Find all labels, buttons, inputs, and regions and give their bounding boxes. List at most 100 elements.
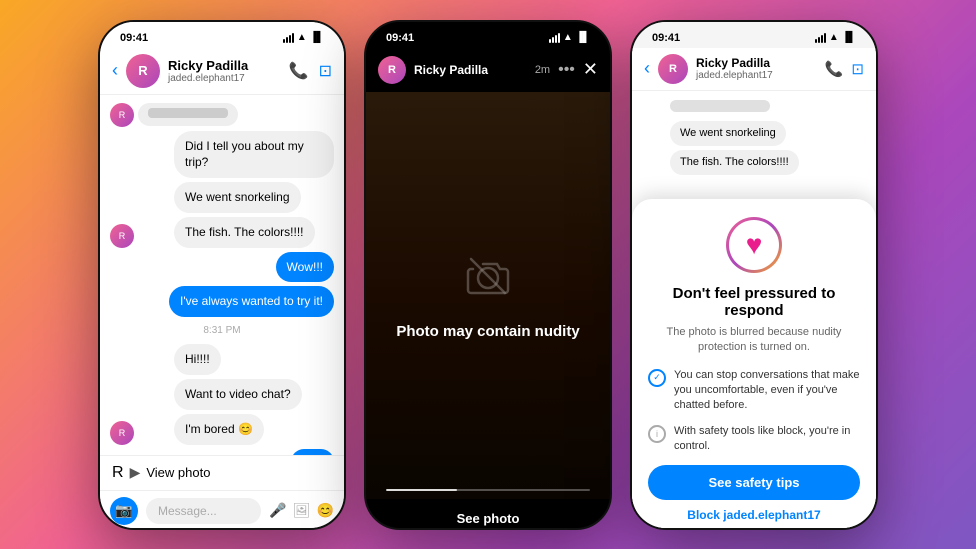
safety-sub: The photo is blurred because nudity prot… xyxy=(648,325,860,356)
status-time-2: 09:41 xyxy=(386,32,414,44)
p3-call-icon[interactable]: 📞 xyxy=(825,60,844,78)
heart-symbol: ♥ xyxy=(746,229,763,261)
p3-contact-name: Ricky Padilla xyxy=(696,56,817,70)
phone3-content: ‹ R Ricky Padilla jaded.elephant17 📞 ⊡ W… xyxy=(632,48,876,530)
status-bar-3: 09:41 ▲ ▐▌ xyxy=(632,22,876,48)
block-link[interactable]: Block jaded.elephant17 xyxy=(648,508,860,522)
safety-text-1: You can stop conversations that make you… xyxy=(674,368,860,414)
call-icon-1[interactable]: 📞 xyxy=(289,61,309,81)
nudity-warning: Photo may contain nudity xyxy=(396,323,579,340)
msg-try: I've always wanted to try it! xyxy=(169,286,334,317)
status-icons-3: ▲ ▐▌ xyxy=(815,32,856,43)
tap-to-view-row: R xyxy=(110,103,334,127)
photo-avatar: R xyxy=(378,56,406,84)
msg-row-bored: R I'm bored 😊 xyxy=(110,414,334,445)
progress-fill xyxy=(386,489,457,491)
see-photo-button[interactable]: See photo xyxy=(366,499,610,530)
signal-icon-2 xyxy=(549,33,560,43)
sender-avatar-small-2: R xyxy=(110,224,134,248)
play-icon: ▶ xyxy=(130,464,141,481)
p3-avatar: R xyxy=(658,54,688,84)
back-button-3[interactable]: ‹ xyxy=(644,58,650,79)
photo-header: R Ricky Padilla 2m ••• ✕ xyxy=(366,48,610,92)
msg-hi: Hi!!!! xyxy=(174,344,221,375)
more-options-icon[interactable]: ••• xyxy=(558,61,575,79)
image-icon[interactable]: 🖼 xyxy=(293,502,311,519)
msg-row-trip: Did I tell you about my trip? xyxy=(110,131,334,179)
p3-contact-handle: jaded.elephant17 xyxy=(696,70,817,81)
p3-chat-bg: We went snorkeling The fish. The colors!… xyxy=(632,91,876,530)
signal-icon-1 xyxy=(283,33,294,43)
wifi-icon-1: ▲ xyxy=(297,32,307,43)
contact-handle-1: jaded.elephant17 xyxy=(168,73,281,84)
p3-msg-fish: The fish. The colors!!!! xyxy=(670,150,799,175)
view-photo-label[interactable]: View photo xyxy=(146,465,210,480)
safety-overlay-sheet: ♥ Don't feel pressured to respond The ph… xyxy=(632,199,876,530)
photo-time-ago: 2m xyxy=(535,64,550,76)
msg-ok: Ok xyxy=(291,449,334,455)
msg-wow: Wow!!! xyxy=(276,252,334,283)
mic-icon[interactable]: 🎤 xyxy=(269,502,286,519)
tap-to-view-msg[interactable] xyxy=(138,103,238,126)
msg-row-fish: R The fish. The colors!!!! xyxy=(110,217,334,248)
sent-ok: Ok xyxy=(291,449,334,455)
p3-msg-snorkeling: We went snorkeling xyxy=(670,121,786,146)
battery-icon-2: ▐▌ xyxy=(576,32,590,43)
battery-icon-3: ▐▌ xyxy=(842,32,856,43)
sender-avatar-small-1: R xyxy=(110,103,134,127)
blurred-photo-area: Photo may contain nudity xyxy=(366,92,610,499)
p3-chat-header: ‹ R Ricky Padilla jaded.elephant17 📞 ⊡ xyxy=(632,48,876,91)
no-photo-icon xyxy=(463,251,513,311)
close-icon[interactable]: ✕ xyxy=(583,59,598,80)
progress-track xyxy=(386,489,590,491)
chat-input-bar: 📷 Message... 🎤 🖼 😊 xyxy=(100,490,344,530)
photo-contact-name: Ricky Padilla xyxy=(414,63,527,77)
sent-wow: Wow!!! xyxy=(276,252,334,283)
see-safety-button[interactable]: See safety tips xyxy=(648,465,860,500)
msg-trip: Did I tell you about my trip? xyxy=(174,131,334,179)
heart-icon-large: ♥ xyxy=(726,217,782,273)
phone-2: 09:41 ▲ ▐▌ R Ricky Padilla 2m ••• ✕ xyxy=(364,20,612,530)
view-photo-row[interactable]: R ▶ View photo xyxy=(100,455,344,490)
status-time-3: 09:41 xyxy=(652,32,680,44)
signal-icon-3 xyxy=(815,33,826,43)
back-button-1[interactable]: ‹ xyxy=(112,60,118,81)
sender-avatar-view: R xyxy=(112,464,124,482)
safety-title: Don't feel pressured to respond xyxy=(648,285,860,319)
message-input[interactable]: Message... xyxy=(146,498,261,524)
input-icons: 🎤 🖼 😊 xyxy=(269,502,334,519)
status-time-1: 09:41 xyxy=(120,32,148,44)
contact-info-1: Ricky Padilla jaded.elephant17 xyxy=(168,58,281,84)
progress-bar-area xyxy=(366,489,610,499)
status-icons-1: ▲ ▐▌ xyxy=(283,32,324,43)
sent-try-it: I've always wanted to try it! xyxy=(169,286,334,317)
dark-content: R Ricky Padilla 2m ••• ✕ Photo may conta… xyxy=(366,48,610,530)
camera-button[interactable]: 📷 xyxy=(110,497,138,525)
safety-text-2: With safety tools like block, you're in … xyxy=(674,424,860,455)
sender-avatar-small-3: R xyxy=(110,421,134,445)
msg-row-video: Want to video chat? xyxy=(110,379,334,410)
battery-icon-1: ▐▌ xyxy=(310,32,324,43)
info-icon: i xyxy=(648,425,666,443)
video-icon-1[interactable]: ⊡ xyxy=(319,61,332,81)
msg-row-hi: Hi!!!! xyxy=(110,344,334,375)
wifi-icon-2: ▲ xyxy=(563,32,573,43)
p3-video-icon[interactable]: ⊡ xyxy=(851,60,864,78)
msg-row-snorkeling: We went snorkeling xyxy=(110,182,334,213)
status-icons-2: ▲ ▐▌ xyxy=(549,32,590,43)
chat-header-1: ‹ R Ricky Padilla jaded.elephant17 📞 ⊡ xyxy=(100,48,344,95)
chat-body-1: R Did I tell you about my trip? We went … xyxy=(100,95,344,455)
wifi-icon-3: ▲ xyxy=(829,32,839,43)
status-bar-2: 09:41 ▲ ▐▌ xyxy=(366,22,610,48)
phone-3: 09:41 ▲ ▐▌ ‹ R Ricky Padilla jaded.eleph… xyxy=(630,20,878,530)
msg-snorkeling: We went snorkeling xyxy=(174,182,301,213)
status-bar-1: 09:41 ▲ ▐▌ xyxy=(100,22,344,48)
contact-name-1: Ricky Padilla xyxy=(168,58,281,73)
avatar-1: R xyxy=(126,54,160,88)
emoji-icon[interactable]: 😊 xyxy=(317,502,334,519)
p3-header-icons: 📞 ⊡ xyxy=(825,60,864,78)
msg-video: Want to video chat? xyxy=(174,379,302,410)
p3-contact-info: Ricky Padilla jaded.elephant17 xyxy=(696,56,817,81)
timestamp-831: 8:31 PM xyxy=(110,325,334,336)
safety-item-1: ✓ You can stop conversations that make y… xyxy=(648,368,860,414)
